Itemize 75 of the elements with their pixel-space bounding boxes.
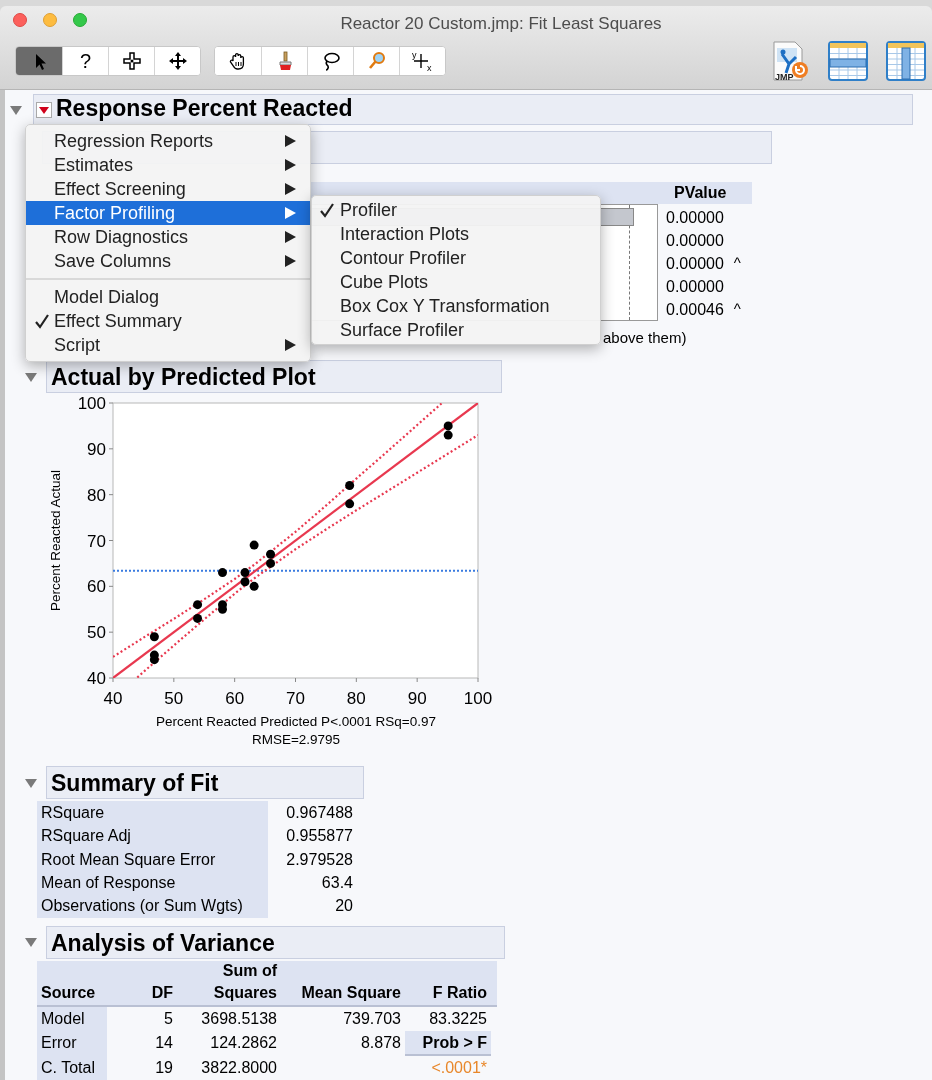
table-cell-text: 0.00000 — [666, 207, 724, 228]
menu-item[interactable]: Box Cox Y Transformation — [312, 294, 600, 318]
table-cell-text: <.0001* — [430, 1057, 488, 1078]
column-header: PValue — [673, 183, 728, 203]
row-label: C. Total — [37, 1055, 107, 1080]
column-header: Prob > F — [405, 1031, 491, 1056]
row-label: Error — [37, 1031, 107, 1056]
section-header: Actual by Predicted Plot — [46, 360, 502, 393]
menu-item[interactable]: Effect Screening — [26, 177, 310, 201]
table-cell-text: 63.4 — [320, 872, 353, 893]
menu-item[interactable]: Cube Plots — [312, 270, 600, 294]
table-cell-text: 0.00000 — [666, 253, 724, 274]
tool-button[interactable]: y x — [399, 47, 445, 75]
tick-label: 40 — [103, 689, 123, 708]
tick-label: 60 — [87, 577, 106, 597]
table-cell-text: 739.703 — [342, 1008, 402, 1029]
row-label: Model — [37, 1006, 107, 1031]
tick-label: 40 — [87, 669, 106, 688]
menu-item[interactable]: Row Diagnostics — [26, 225, 310, 249]
table-cell-text: 3698.5138 — [200, 1008, 278, 1029]
table-cell-text: 8.878 — [359, 1033, 402, 1053]
table-cell-text: 0.955877 — [285, 826, 353, 847]
row-label: RSquare Adj — [37, 824, 268, 848]
menu-item[interactable]: Regression Reports — [26, 129, 310, 153]
table-cell-text: 20 — [334, 896, 353, 917]
menu-item[interactable]: Estimates — [26, 153, 310, 177]
tick-label: 100 — [463, 689, 493, 708]
table-cell-text: 19 — [154, 1057, 174, 1078]
tick-label: 70 — [87, 531, 106, 551]
footnote-mark: ^ — [733, 299, 741, 320]
tick-label: 100 — [77, 394, 106, 413]
tick-label: 80 — [87, 485, 106, 505]
table-cell-text: 0.00046 — [666, 299, 724, 320]
tick-label: 50 — [164, 689, 184, 708]
tick-label: 90 — [407, 689, 427, 708]
tick-label: 70 — [286, 689, 305, 708]
window-title: Reactor 20 Custom.jmp: Fit Least Squares — [339, 13, 663, 35]
section-header: Analysis of Variance — [46, 925, 505, 959]
menu-item[interactable]: Surface Profiler — [312, 318, 600, 342]
row-label: Root Mean Square Error — [37, 847, 268, 871]
menu-item[interactable]: Contour Profiler — [312, 246, 600, 270]
column-header: Source — [40, 982, 97, 1003]
menu-item[interactable]: Interaction Plots — [312, 222, 600, 246]
column-header: DF — [150, 982, 174, 1003]
menu-item[interactable]: Model Dialog — [26, 285, 310, 309]
tick-label: 80 — [346, 689, 366, 708]
table-cell-text: 3822.8000 — [200, 1057, 278, 1078]
row-label: RSquare — [37, 801, 268, 825]
menu-item[interactable]: Save Columns — [26, 249, 310, 273]
table-cell-text: 14 — [154, 1033, 174, 1053]
menu-item[interactable]: Script — [26, 333, 310, 357]
table-cell-text: 0.00000 — [666, 276, 724, 297]
row-label: Observations (or Sum Wgts) — [37, 894, 268, 918]
column-header: Mean Square — [300, 982, 402, 1003]
column-header: F Ratio — [431, 982, 488, 1003]
table-cell-text: 0.967488 — [285, 803, 353, 823]
table-cell-text: 2.979528 — [285, 849, 353, 870]
row-label: Mean of Response — [37, 870, 268, 895]
table-cell-text: 5 — [163, 1008, 174, 1029]
table-cell-text: 124.2862 — [209, 1033, 278, 1053]
section-title: Response Percent Reacted — [56, 96, 353, 121]
tick-label: 60 — [225, 689, 245, 708]
table-cell-text: 0.00000 — [666, 230, 724, 251]
menu-item[interactable]: Factor Profiling — [26, 201, 310, 225]
tick-label: 90 — [87, 439, 106, 459]
axis-title: Percent Reacted Actual — [48, 469, 63, 612]
tick-label: 50 — [87, 623, 106, 643]
menu-item[interactable]: Profiler — [312, 198, 600, 222]
menu-item[interactable]: Effect Summary — [26, 309, 310, 333]
axis-title: Percent Reacted Predicted P<.0001 RSq=0.97 RMSE=2.9795 — [155, 713, 437, 749]
footnote-mark: ^ — [733, 253, 741, 274]
column-header: Sum of Squares — [212, 960, 278, 1003]
footnote-text: above them) — [603, 329, 687, 346]
section-header: Summary of Fit — [46, 766, 364, 799]
table-cell-text: 83.3225 — [428, 1008, 488, 1029]
